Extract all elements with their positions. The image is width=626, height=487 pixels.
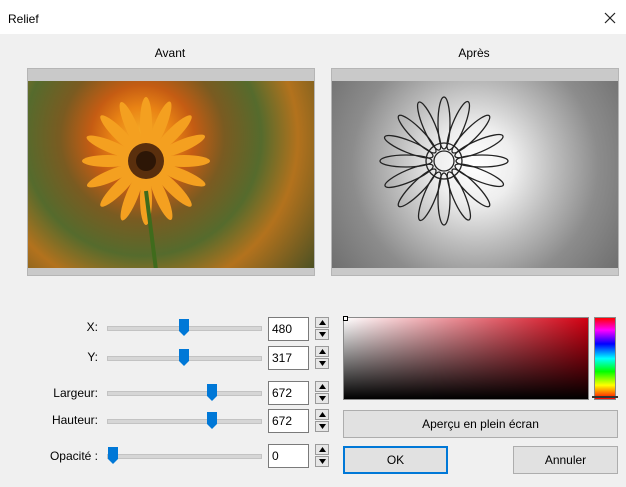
fullscreen-preview-button[interactable]: Aperçu en plein écran	[343, 410, 618, 438]
spin-down-icon[interactable]	[315, 358, 329, 369]
spin-up-icon[interactable]	[315, 317, 329, 328]
slider-largeur-spinner[interactable]	[315, 381, 329, 404]
slider-opacite-spinner[interactable]	[315, 444, 329, 467]
slider-y-spinner[interactable]	[315, 346, 329, 369]
slider-x-label: X:	[86, 320, 98, 334]
color-picker-square[interactable]	[343, 317, 589, 400]
hue-slider-marker[interactable]	[592, 396, 618, 398]
slider-hauteur-track[interactable]	[107, 419, 262, 424]
slider-x-spinner[interactable]	[315, 317, 329, 340]
ok-button[interactable]: OK	[343, 446, 448, 474]
after-image	[332, 81, 618, 268]
before-image	[28, 81, 314, 268]
spin-down-icon[interactable]	[315, 421, 329, 432]
spin-up-icon[interactable]	[315, 346, 329, 357]
spin-down-icon[interactable]	[315, 456, 329, 467]
slider-x-thumb[interactable]	[179, 319, 189, 336]
slider-opacite-label: Opacité :	[49, 449, 98, 463]
color-picker-cursor[interactable]	[343, 316, 348, 321]
slider-y-input[interactable]: 317	[268, 346, 309, 370]
spin-down-icon[interactable]	[315, 393, 329, 404]
hue-slider[interactable]	[594, 317, 616, 400]
slider-largeur-track[interactable]	[107, 391, 262, 396]
embossed-flower-graphic	[379, 96, 509, 226]
slider-hauteur-label: Hauteur:	[51, 413, 98, 427]
slider-y-label: Y:	[87, 350, 98, 364]
close-icon[interactable]	[602, 10, 618, 26]
slider-hauteur-thumb[interactable]	[207, 412, 217, 429]
slider-hauteur-input[interactable]: 672	[268, 409, 309, 433]
spin-down-icon[interactable]	[315, 329, 329, 340]
before-preview	[27, 68, 315, 276]
window-title: Relief	[8, 12, 39, 26]
spin-up-icon[interactable]	[315, 381, 329, 392]
spin-up-icon[interactable]	[315, 444, 329, 455]
after-label: Après	[458, 46, 490, 60]
cancel-button[interactable]: Annuler	[513, 446, 618, 474]
slider-largeur-thumb[interactable]	[207, 384, 217, 401]
slider-opacite-input[interactable]: 0	[268, 444, 309, 468]
slider-opacite-thumb[interactable]	[108, 447, 118, 464]
slider-largeur-input[interactable]: 672	[268, 381, 309, 405]
slider-x-input[interactable]: 480	[268, 317, 309, 341]
before-label: Avant	[154, 46, 186, 60]
slider-opacite-track[interactable]	[107, 454, 262, 459]
after-preview	[331, 68, 619, 276]
spin-up-icon[interactable]	[315, 409, 329, 420]
slider-y-thumb[interactable]	[179, 349, 189, 366]
slider-hauteur-spinner[interactable]	[315, 409, 329, 432]
title-bar: Relief	[0, 0, 626, 34]
slider-largeur-label: Largeur:	[53, 386, 98, 400]
